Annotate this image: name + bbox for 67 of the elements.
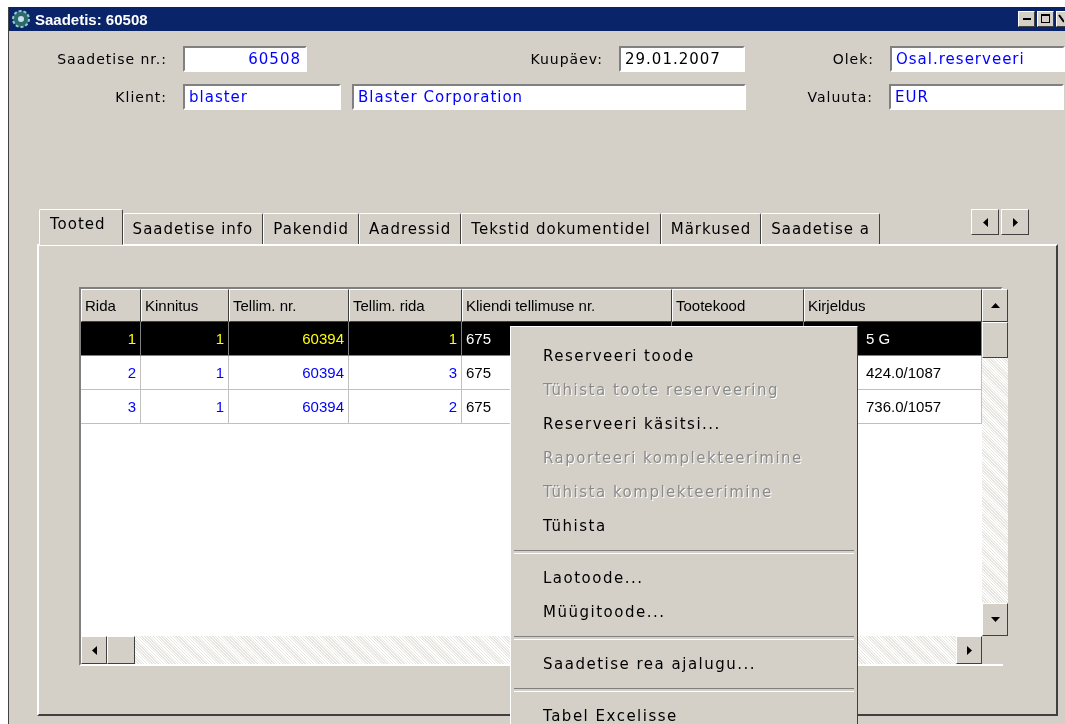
menu-item[interactable]: Müügitoode... [511,595,857,629]
tab[interactable]: Märkused [660,213,762,244]
currency-field[interactable]: EUR [889,84,1064,110]
field-label: Saadetise nr.: [56,51,168,67]
column-header[interactable]: Rida [81,289,141,322]
minimize-icon [1022,18,1031,20]
menu-item[interactable]: Saadetise rea ajalugu... [511,647,857,681]
table-cell: 675 [466,364,492,381]
table-cell: 3 [448,364,457,381]
client-code-field[interactable]: blaster [183,84,341,110]
gear-icon [11,9,31,29]
left-arrow-icon [91,645,97,655]
close-button[interactable] [1056,11,1065,27]
left-arrow-icon [982,217,988,227]
tab[interactable]: Aadressid [358,213,462,244]
close-icon [1058,14,1064,24]
tab[interactable]: Tekstid dokumentidel [461,213,661,244]
date-field[interactable]: 29.01.2007 [619,46,745,72]
table-cell: 2 [448,398,457,415]
field-label: Kuupäev: [529,51,604,67]
table-cell: 736.0/1057 [866,398,942,415]
right-arrow-icon [966,645,972,655]
column-header[interactable]: Kirjeldus [804,289,982,322]
tab[interactable]: Tooted [39,209,123,245]
table-cell: 5 G [866,330,891,347]
table-cell: 1 [215,398,224,415]
tab[interactable]: Saadetise info [122,213,264,244]
table-cell: 424.0/1087 [866,364,942,381]
table-cell: 1 [127,330,136,347]
table-cell: 2 [127,364,136,381]
status-field[interactable]: Osal.reserveeri [890,46,1065,72]
scroll-thumb[interactable] [982,322,1008,358]
tab[interactable]: Saadetise a [761,213,881,244]
menu-item[interactable]: Tabel Excelisse [511,699,857,724]
window-title: Saadetis: 60508 [35,10,148,28]
right-arrow-icon [1012,217,1018,227]
column-header[interactable]: Kinnitus [141,289,229,322]
minimize-button[interactable] [1018,11,1035,27]
maximize-icon [1040,14,1051,24]
field-label: Valuuta: [806,89,874,105]
shipment-number-field[interactable]: 60508 [183,46,307,72]
maximize-button[interactable] [1037,11,1054,27]
scroll-right-button[interactable] [1001,209,1029,235]
table-cell: 60394 [302,330,344,347]
menu-item[interactable]: Tühista [511,509,857,543]
down-arrow-icon [990,617,1000,622]
table-cell: 1 [448,330,457,347]
tab[interactable]: Pakendid [263,213,359,244]
scroll-left-button[interactable] [971,209,999,235]
table-cell: 60394 [302,364,344,381]
field-label: Olek: [831,51,875,67]
table-cell: 675 [466,330,492,347]
table-cell: 675 [466,398,492,415]
table-cell: 60394 [302,398,344,415]
column-header[interactable]: Kliendi tellimuse nr. [462,289,672,322]
up-arrow-icon [990,303,1000,308]
menu-item[interactable]: Reserveeri toode [511,339,857,373]
field-label: Klient: [114,89,168,105]
column-header[interactable]: Tellim. rida [349,289,462,322]
menu-item[interactable]: Laotoode... [511,561,857,595]
column-header[interactable]: Tellim. nr. [229,289,349,322]
menu-item[interactable]: Reserveeri käsitsi... [511,407,857,441]
client-name-field[interactable]: Blaster Corporation [352,84,746,110]
table-cell: 1 [215,330,224,347]
table-cell: 3 [127,398,136,415]
column-header[interactable]: Tootekood [672,289,804,322]
table-cell: 1 [215,364,224,381]
